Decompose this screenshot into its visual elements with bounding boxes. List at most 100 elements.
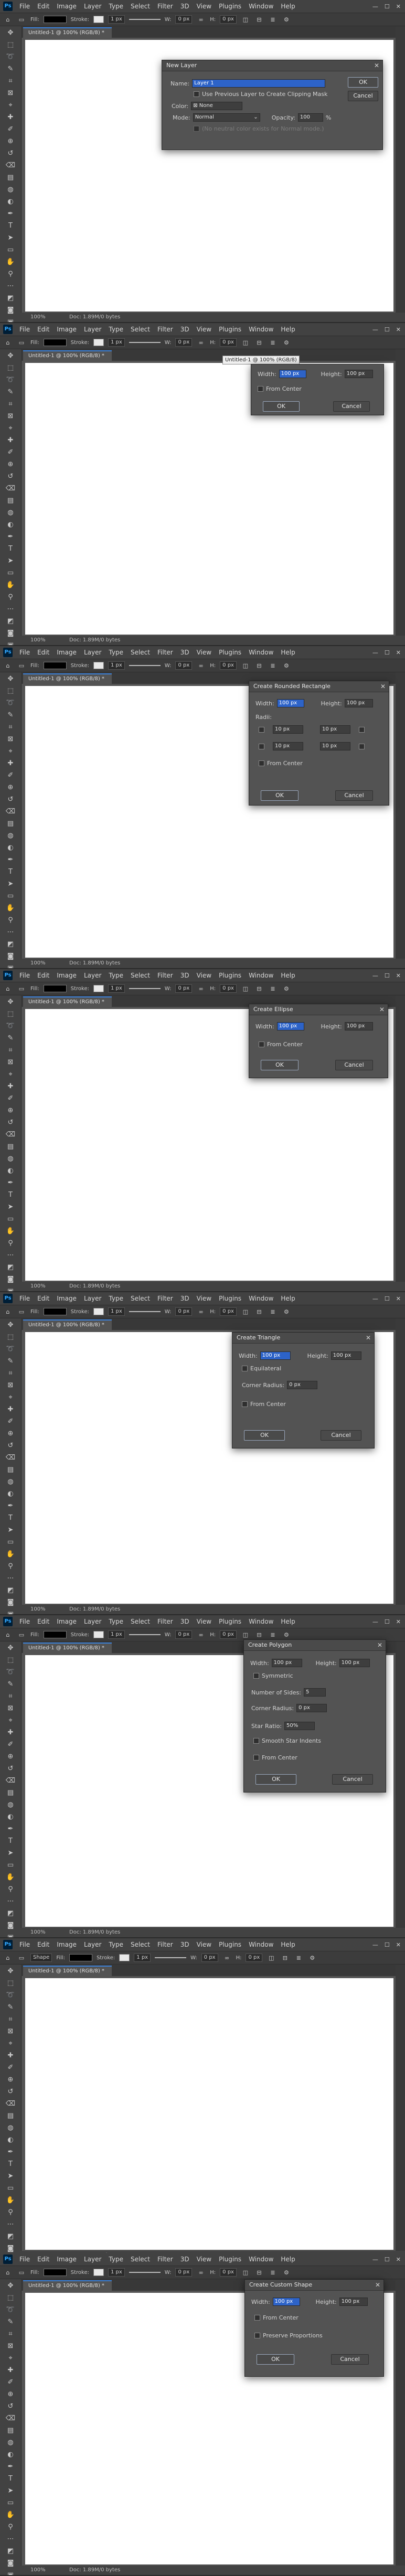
move-icon[interactable]: ✥ xyxy=(4,351,17,361)
colors-icon[interactable]: ◩ xyxy=(4,2546,17,2557)
blur-icon[interactable]: ◍ xyxy=(4,185,17,195)
shape-tool-preset-icon[interactable]: ▭ xyxy=(17,2268,26,2277)
crop-icon[interactable]: ⌗ xyxy=(4,1691,17,1702)
menu-help[interactable]: Help xyxy=(277,1295,299,1302)
path-arrangement-icon[interactable]: ≣ xyxy=(268,1630,278,1639)
shape-icon[interactable]: ▭ xyxy=(4,2183,17,2194)
eraser-icon[interactable]: ⌫ xyxy=(4,807,17,817)
shape-icon[interactable]: ▭ xyxy=(4,1537,17,1548)
quick-mask-icon[interactable]: ◙ xyxy=(4,628,17,639)
menu-select[interactable]: Select xyxy=(127,3,154,10)
menu-3d[interactable]: 3D xyxy=(177,1618,193,1625)
color-select[interactable]: ⊠ None xyxy=(191,102,243,110)
move-icon[interactable]: ✥ xyxy=(4,1643,17,1654)
menu-filter[interactable]: Filter xyxy=(154,2256,177,2263)
blur-icon[interactable]: ◍ xyxy=(4,2438,17,2448)
colors-icon[interactable]: ◩ xyxy=(4,939,17,950)
blur-icon[interactable]: ◍ xyxy=(4,1154,17,1164)
lasso-icon[interactable]: ➰ xyxy=(4,2305,17,2315)
height-field[interactable]: 0 px xyxy=(220,338,237,347)
more-tools-icon[interactable]: ⋯ xyxy=(4,1250,17,1261)
stroke-width-field[interactable]: 1 px xyxy=(108,1630,125,1639)
lasso-icon[interactable]: ➰ xyxy=(4,1990,17,2001)
zoom-level[interactable]: 100% xyxy=(30,1928,46,1937)
height-field[interactable]: 0 px xyxy=(220,15,237,24)
path-arrangement-icon[interactable]: ≣ xyxy=(268,1307,278,1316)
quick-select-icon[interactable]: ✎ xyxy=(4,1033,17,1044)
shape-icon[interactable]: ▭ xyxy=(4,2498,17,2508)
quick-select-icon[interactable]: ✎ xyxy=(4,710,17,721)
path-alignment-icon[interactable]: ⊟ xyxy=(254,338,264,347)
gradient-icon[interactable]: ▤ xyxy=(4,819,17,829)
shape-tool-preset-icon[interactable]: ▭ xyxy=(17,661,26,670)
stroke-swatch[interactable] xyxy=(93,339,104,346)
stamp-icon[interactable]: ⊕ xyxy=(4,136,17,147)
preserve-proportions-checkbox[interactable] xyxy=(254,2333,260,2338)
gradient-icon[interactable]: ▤ xyxy=(4,496,17,506)
fill-swatch[interactable] xyxy=(43,985,67,992)
healing-icon[interactable]: ✚ xyxy=(4,1727,17,1738)
hand-icon[interactable]: ✋ xyxy=(4,1549,17,1560)
shape-icon[interactable]: ▭ xyxy=(4,891,17,901)
width-field[interactable]: 0 px xyxy=(175,661,193,670)
menu-edit[interactable]: Edit xyxy=(34,1295,53,1302)
ok-button[interactable]: OK xyxy=(263,401,300,412)
width-field[interactable]: 0 px xyxy=(175,984,193,993)
quick-select-icon[interactable]: ✎ xyxy=(4,64,17,74)
width-field[interactable]: 0 px xyxy=(175,1630,193,1639)
menu-layer[interactable]: Layer xyxy=(80,1618,105,1625)
quick-mask-icon[interactable]: ◙ xyxy=(4,1274,17,1285)
menu-help[interactable]: Help xyxy=(277,2256,299,2263)
ok-button[interactable]: OK xyxy=(257,2354,294,2365)
height-field[interactable]: 0 px xyxy=(220,1630,237,1639)
menu-help[interactable]: Help xyxy=(277,1941,299,1948)
history-brush-icon[interactable]: ↺ xyxy=(4,2087,17,2097)
shape-tool-preset-icon[interactable]: ▭ xyxy=(17,1307,26,1316)
menu-select[interactable]: Select xyxy=(127,2256,154,2263)
maximize-icon[interactable]: ☐ xyxy=(385,649,390,656)
menu-filter[interactable]: Filter xyxy=(154,649,177,656)
stroke-width-field[interactable]: 1 px xyxy=(108,338,125,347)
path-operations-icon[interactable]: ◫ xyxy=(241,2268,250,2277)
link-icon[interactable]: ∞ xyxy=(196,984,206,993)
menu-window[interactable]: Window xyxy=(245,1941,277,1948)
menu-filter[interactable]: Filter xyxy=(154,1941,177,1948)
zoom-icon[interactable]: ⚲ xyxy=(4,915,17,926)
link-icon[interactable]: ∞ xyxy=(222,1954,232,1962)
radius-bottom-right-checkbox[interactable] xyxy=(359,743,365,749)
menu-view[interactable]: View xyxy=(193,649,215,656)
menu-edit[interactable]: Edit xyxy=(34,649,53,656)
screen-mode-icon[interactable]: ▣ xyxy=(4,317,17,322)
home-icon[interactable]: ⌂ xyxy=(3,1954,13,1962)
quick-select-icon[interactable]: ✎ xyxy=(4,1679,17,1690)
home-icon[interactable]: ⌂ xyxy=(3,1630,13,1639)
path-alignment-icon[interactable]: ⊟ xyxy=(254,1307,264,1316)
cancel-button[interactable]: Cancel xyxy=(331,2354,369,2365)
menu-select[interactable]: Select xyxy=(127,1295,154,1302)
dodge-icon[interactable]: ◐ xyxy=(4,197,17,207)
stamp-icon[interactable]: ⊕ xyxy=(4,1429,17,1439)
path-arrangement-icon[interactable]: ≣ xyxy=(268,338,278,347)
stroke-swatch[interactable] xyxy=(93,662,104,669)
menu-image[interactable]: Image xyxy=(53,1618,80,1625)
stroke-width-field[interactable]: 1 px xyxy=(134,1954,151,1962)
fill-swatch[interactable] xyxy=(43,16,67,23)
path-operations-icon[interactable]: ◫ xyxy=(241,661,250,670)
menu-select[interactable]: Select xyxy=(127,972,154,979)
menu-help[interactable]: Help xyxy=(277,649,299,656)
menu-layer[interactable]: Layer xyxy=(80,649,105,656)
ok-button[interactable]: OK xyxy=(255,1774,296,1785)
height-input[interactable]: 100 px xyxy=(344,370,373,378)
menu-image[interactable]: Image xyxy=(53,649,80,656)
path-operations-icon[interactable]: ◫ xyxy=(241,984,250,993)
dodge-icon[interactable]: ◐ xyxy=(4,520,17,530)
settings-gear-icon[interactable]: ⚙ xyxy=(282,1307,291,1316)
shape-icon[interactable]: ▭ xyxy=(4,1214,17,1225)
menu-file[interactable]: File xyxy=(16,3,34,10)
menu-help[interactable]: Help xyxy=(277,1618,299,1625)
crop-icon[interactable]: ⌗ xyxy=(4,399,17,410)
path-operations-icon[interactable]: ◫ xyxy=(241,15,250,24)
width-field[interactable]: 0 px xyxy=(201,1954,218,1962)
quick-mask-icon[interactable]: ◙ xyxy=(4,2244,17,2254)
stamp-icon[interactable]: ⊕ xyxy=(4,2075,17,2085)
